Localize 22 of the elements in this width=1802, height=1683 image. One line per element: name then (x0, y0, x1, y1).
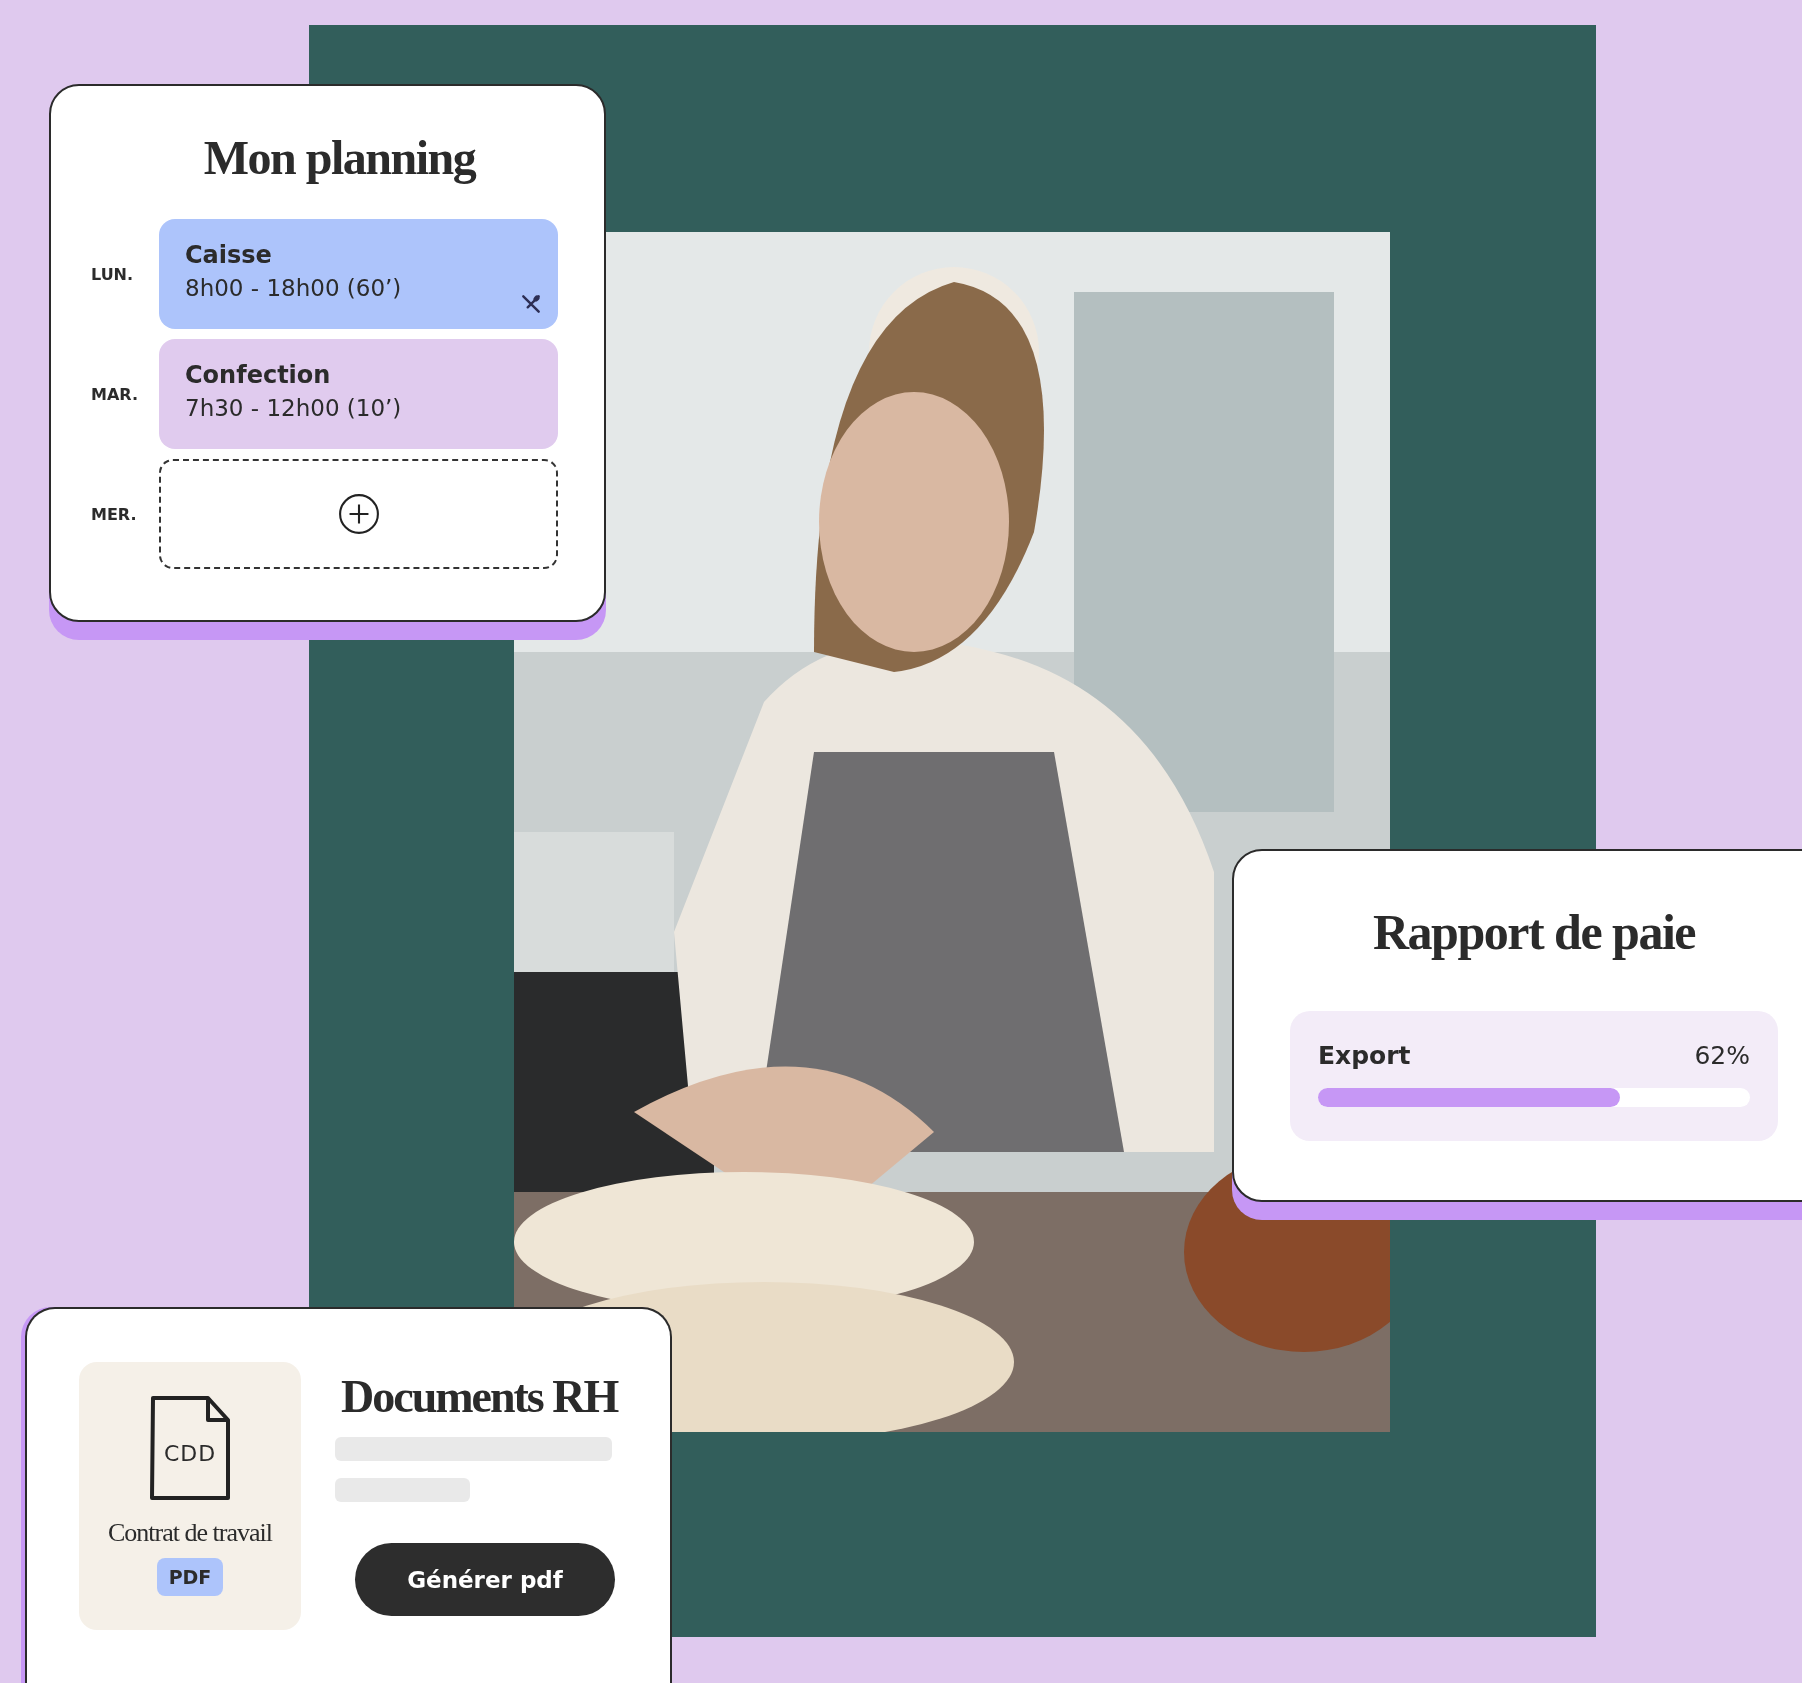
cutlery-icon (520, 293, 542, 315)
shift-title: Confection (185, 361, 332, 389)
shift-title: Caisse (185, 241, 273, 269)
task-label: Export (1318, 1041, 1411, 1070)
shift-block[interactable]: Caisse 8h00 - 18h00 (60’) (159, 219, 558, 329)
generate-button[interactable]: Générer pdf (355, 1543, 615, 1616)
shift-time: 8h00 - 18h00 (60’) (185, 275, 403, 301)
file-name: Contrat de travail (108, 1518, 272, 1548)
card-title: Documents RH (341, 1370, 618, 1423)
shift-block[interactable]: Confection 7h30 - 12h00 (10’) (159, 339, 558, 449)
day-label: LUN. (91, 264, 135, 284)
file-type-badge: PDF (156, 1558, 224, 1596)
file-tile[interactable]: CDD Contrat de travail PDF (79, 1362, 301, 1630)
document-icon: CDD (148, 1394, 232, 1502)
add-icon (337, 493, 380, 535)
card-title: Mon planning (202, 130, 477, 185)
shift-time: 7h30 - 12h00 (10’) (185, 395, 403, 421)
day-label: MAR. (91, 384, 139, 404)
day-label: MER. (91, 504, 138, 524)
add-shift-button[interactable] (159, 459, 558, 569)
card-title: Rapport de paie (1372, 903, 1697, 961)
progress-reading: 62% (1694, 1041, 1750, 1070)
